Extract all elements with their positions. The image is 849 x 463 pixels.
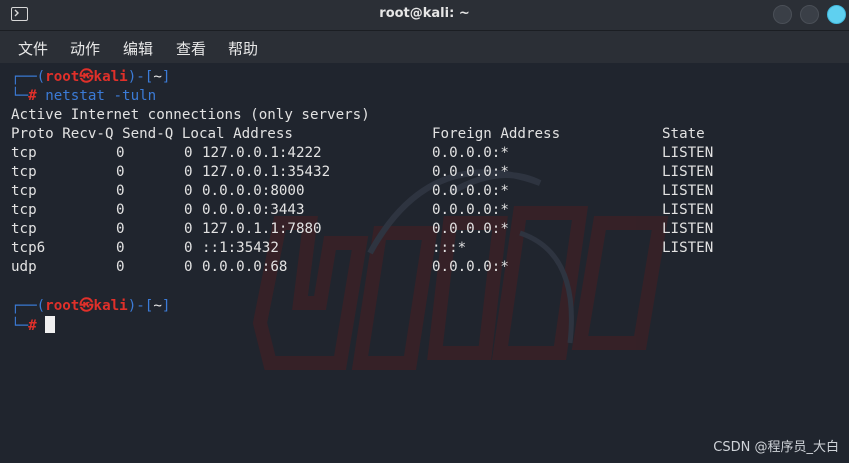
table-cell: 0.0.0.0:3443 bbox=[202, 202, 305, 218]
terminal-window: root@kali: ~ 文件 动作 编辑 查看 帮助 ┌──(root㉿kal… bbox=[0, 0, 849, 463]
terminal-area[interactable]: ┌──(root㉿kali)-[~] └─# netstat -tuln Act… bbox=[0, 63, 849, 463]
table-cell: LISTEN bbox=[662, 240, 714, 256]
output-header: Active Internet connections (only server… bbox=[11, 107, 370, 123]
table-cell: 0.0.0.0:* bbox=[432, 202, 509, 218]
watermark: CSDN @程序员_大白 bbox=[713, 440, 839, 455]
table-cell: tcp bbox=[11, 183, 37, 199]
table-cell: LISTEN bbox=[662, 202, 714, 218]
table-cell: tcp bbox=[11, 145, 37, 161]
table-cell: ::1:35432 bbox=[202, 240, 279, 256]
table-cell: 0 bbox=[184, 259, 193, 275]
maximize-button[interactable] bbox=[800, 5, 819, 24]
table-cell: 0 bbox=[116, 202, 125, 218]
input-line[interactable]: └─# bbox=[11, 316, 56, 336]
table-cell: tcp6 bbox=[11, 240, 46, 256]
menu-bar: 文件 动作 编辑 查看 帮助 bbox=[0, 31, 849, 63]
table-cell: 0 bbox=[116, 259, 125, 275]
table-cell: 127.0.0.1:4222 bbox=[202, 145, 322, 161]
menu-help[interactable]: 帮助 bbox=[228, 38, 258, 59]
prompt-line-1: ┌──(root㉿kali)-[~] bbox=[11, 69, 171, 85]
table-cell: 0 bbox=[184, 145, 193, 161]
table-cell: LISTEN bbox=[662, 164, 714, 180]
table-cell: 0.0.0.0:* bbox=[432, 164, 509, 180]
menu-actions[interactable]: 动作 bbox=[70, 38, 100, 59]
title-bar[interactable]: root@kali: ~ bbox=[0, 0, 849, 31]
table-cell: 0 bbox=[116, 183, 125, 199]
table-cell: 0.0.0.0:* bbox=[432, 183, 509, 199]
command-line: └─# netstat -tuln bbox=[11, 88, 157, 104]
table-cell: 0 bbox=[116, 164, 125, 180]
close-button[interactable] bbox=[827, 5, 846, 24]
window-title: root@kali: ~ bbox=[379, 6, 470, 21]
command-text: netstat -tuln bbox=[45, 88, 157, 104]
table-cell: LISTEN bbox=[662, 221, 714, 237]
table-header: Proto Recv-Q Send-Q Local Address Foreign… bbox=[11, 126, 705, 142]
table-cell: 0 bbox=[184, 164, 193, 180]
table-cell: LISTEN bbox=[662, 183, 714, 199]
table-cell: 0 bbox=[184, 183, 193, 199]
table-cell: 127.0.0.1:35432 bbox=[202, 164, 331, 180]
menu-view[interactable]: 查看 bbox=[176, 38, 206, 59]
table-cell: 0 bbox=[116, 240, 125, 256]
table-cell: udp bbox=[11, 259, 37, 275]
table-cell: tcp bbox=[11, 164, 37, 180]
table-cell: 127.0.1.1:7880 bbox=[202, 221, 322, 237]
minimize-button[interactable] bbox=[773, 5, 792, 24]
menu-file[interactable]: 文件 bbox=[18, 38, 48, 59]
table-cell: 0.0.0.0:* bbox=[432, 145, 509, 161]
table-cell: tcp bbox=[11, 202, 37, 218]
table-cell: 0 bbox=[184, 202, 193, 218]
table-cell: 0 bbox=[184, 240, 193, 256]
table-cell: tcp bbox=[11, 221, 37, 237]
table-cell: 0.0.0.0:8000 bbox=[202, 183, 305, 199]
table-cell: 0.0.0.0:* bbox=[432, 259, 509, 275]
menu-edit[interactable]: 编辑 bbox=[123, 38, 153, 59]
table-cell: 0 bbox=[116, 221, 125, 237]
text-cursor bbox=[45, 316, 56, 333]
table-cell: 0 bbox=[116, 145, 125, 161]
prompt-line-2: ┌──(root㉿kali)-[~] bbox=[11, 298, 171, 314]
table-cell: 0 bbox=[184, 221, 193, 237]
table-cell: :::* bbox=[432, 240, 467, 256]
table-cell: LISTEN bbox=[662, 145, 714, 161]
table-cell: 0.0.0.0:68 bbox=[202, 259, 288, 275]
table-cell: 0.0.0.0:* bbox=[432, 221, 509, 237]
